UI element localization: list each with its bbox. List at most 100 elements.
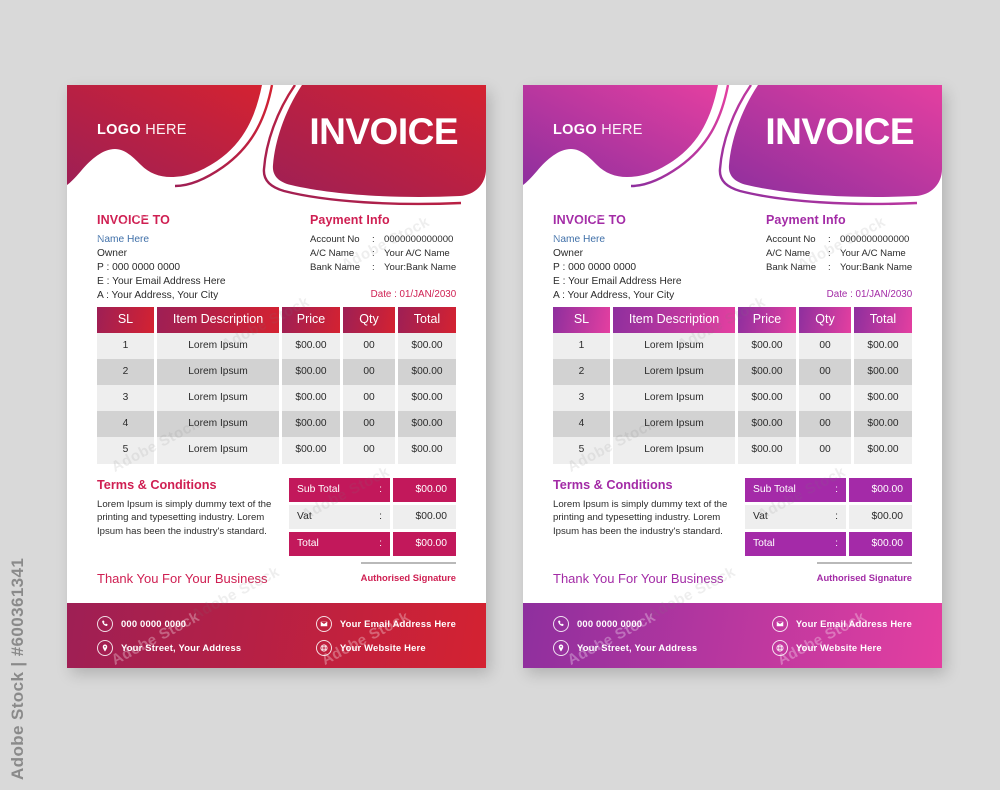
total-label: Sub Total :	[289, 477, 390, 502]
table-row: 4 Lorem Ipsum $00.00 00 $00.00	[553, 411, 912, 438]
payment-info-key: Account No	[310, 234, 360, 245]
payment-info-row: Bank Name : Your:Bank Name	[310, 262, 456, 273]
table-cell: 1	[553, 332, 610, 359]
table-cell: $00.00	[854, 437, 912, 464]
total-label: Vat :	[745, 504, 846, 530]
client-email: E : Your Email Address Here	[97, 276, 226, 287]
table-cell: 00	[799, 411, 851, 438]
table-cell: Lorem Ipsum	[157, 437, 279, 464]
table-cell: 00	[799, 384, 851, 412]
footer-right-column: Your Email Address Here Your Website Her…	[771, 615, 912, 656]
table-cell: $00.00	[738, 384, 796, 412]
thanks-signature-bar: Thank You For Your Business Authorised S…	[97, 562, 456, 586]
table-cell: 2	[97, 358, 154, 385]
footer-phone: 000 0000 0000	[97, 615, 316, 632]
table-header-cell: Item Description	[613, 307, 735, 333]
total-label: Sub Total :	[745, 477, 846, 502]
invoice-card-red: LOGO HERE INVOICE INVOICE TO Name Here O…	[67, 85, 486, 668]
location-pin-icon	[97, 639, 113, 656]
footer-right-column: Your Email Address Here Your Website Her…	[315, 615, 456, 656]
client-phone: P : 000 0000 0000	[553, 262, 637, 273]
payment-info-value: 0000000000000	[840, 234, 910, 245]
terms-and-totals: Terms & Conditions Lorem Ipsum is simply…	[553, 477, 912, 560]
items-table: SL Item Description Price Qty Total 1 Lorem I…	[97, 307, 456, 464]
table-row: 1 Lorem Ipsum $00.00 00 $00.00	[553, 332, 912, 359]
table-row: 1 Lorem Ipsum $00.00 00 $00.00	[97, 332, 456, 359]
client-name: Name Here	[553, 234, 606, 245]
table-header-cell: SL	[553, 307, 610, 333]
invoice-date: Date : 01/JAN/2030	[370, 289, 457, 300]
client-phone: P : 000 0000 0000	[97, 262, 181, 273]
client-address: A : Your Address, Your City	[553, 290, 675, 301]
logo-light-text: HERE	[140, 122, 187, 138]
table-cell: $00.00	[398, 437, 456, 464]
footer-address: Your Street, Your Address	[553, 639, 772, 656]
payment-info-block: Payment Info Account No : 0000000000000 …	[310, 213, 456, 300]
total-value: $00.00	[849, 504, 912, 530]
terms-and-totals: Terms & Conditions Lorem Ipsum is simply…	[97, 477, 456, 560]
total-label-text: Sub Total	[753, 483, 796, 495]
footer-website: Your Website Here	[771, 639, 912, 656]
thank-you-text: Thank You For Your Business	[97, 571, 268, 586]
table-row: 2 Lorem Ipsum $00.00 00 $00.00	[97, 358, 456, 385]
payment-info-value: 0000000000000	[384, 234, 454, 245]
payment-info-value: Your:Bank Name	[840, 262, 913, 273]
table-header-cell: Price	[738, 307, 796, 333]
invoice-title: INVOICE	[765, 111, 914, 152]
total-row: Vat : $00.00	[745, 504, 912, 530]
invoice-header: LOGO HERE INVOICE	[523, 85, 942, 206]
totals-block: Sub Total : $00.00 Vat : $00.00 Total : …	[289, 477, 456, 560]
envelope-icon	[315, 615, 332, 632]
table-cell: 00	[799, 437, 851, 464]
table-cell: Lorem Ipsum	[613, 358, 735, 385]
table-cell: $00.00	[854, 332, 912, 359]
table-cell: $00.00	[738, 332, 796, 359]
table-header-cell: Total	[854, 307, 912, 333]
table-cell: $00.00	[282, 437, 340, 464]
table-header-cell: Total	[398, 307, 456, 333]
footer-address-text: Your Street, Your Address	[577, 642, 698, 653]
payment-info-value: Your A/C Name	[384, 248, 450, 259]
footer-left-column: 000 0000 0000 Your Street, Your Address	[97, 615, 316, 656]
table-cell: Lorem Ipsum	[613, 411, 735, 438]
total-label: Vat :	[289, 504, 390, 530]
terms-block: Terms & Conditions Lorem Ipsum is simply…	[553, 478, 739, 560]
table-cell: $00.00	[854, 384, 912, 412]
table-header-cell: Qty	[343, 307, 395, 333]
table-cell: 00	[343, 384, 395, 412]
footer-phone-text: 000 0000 0000	[121, 618, 187, 629]
invoice-to-block: INVOICE TO Name Here Owner P : 000 0000 …	[553, 213, 682, 304]
total-label-text: Vat	[297, 510, 312, 522]
total-row: Total : $00.00	[745, 532, 912, 557]
table-cell: 5	[553, 437, 610, 464]
invoice-title: INVOICE	[309, 111, 458, 152]
invoice-card-purple: LOGO HERE INVOICE INVOICE TO Name Here O…	[523, 85, 942, 668]
invoice-footer: 000 0000 0000 Your Street, Your Address …	[523, 603, 942, 668]
table-cell: 00	[343, 411, 395, 438]
payment-info-block: Payment Info Account No : 0000000000000 …	[766, 213, 913, 300]
total-row: Total : $00.00	[289, 532, 456, 557]
payment-info-key: Bank Name	[766, 262, 817, 273]
payment-info-row: A/C Name : Your A/C Name	[310, 248, 456, 259]
payment-info-key: A/C Name	[310, 248, 355, 259]
total-label-text: Total	[753, 538, 775, 550]
table-cell: 3	[553, 384, 610, 412]
total-colon: :	[835, 483, 838, 495]
footer-phone: 000 0000 0000	[553, 615, 772, 632]
location-pin-icon	[553, 639, 569, 656]
invoice-date: Date : 01/JAN/2030	[826, 289, 913, 300]
table-header-cell: Qty	[799, 307, 851, 333]
footer-website-text: Your Website Here	[795, 642, 882, 653]
table-cell: $00.00	[398, 411, 456, 438]
signature-block: Authorised Signature	[360, 562, 456, 586]
total-colon: :	[379, 483, 382, 495]
thanks-signature-bar: Thank You For Your Business Authorised S…	[553, 562, 912, 586]
total-value: $00.00	[393, 477, 456, 502]
globe-icon	[771, 639, 788, 656]
terms-heading: Terms & Conditions	[97, 477, 217, 492]
table-row: 4 Lorem Ipsum $00.00 00 $00.00	[97, 411, 456, 438]
design-canvas: Adobe Stock | #600361341 LOGO HERE INVOI…	[0, 0, 1000, 790]
table-cell: $00.00	[282, 332, 340, 359]
table-cell: 00	[799, 358, 851, 385]
table-header-row: SL Item Description Price Qty Total	[97, 307, 456, 333]
